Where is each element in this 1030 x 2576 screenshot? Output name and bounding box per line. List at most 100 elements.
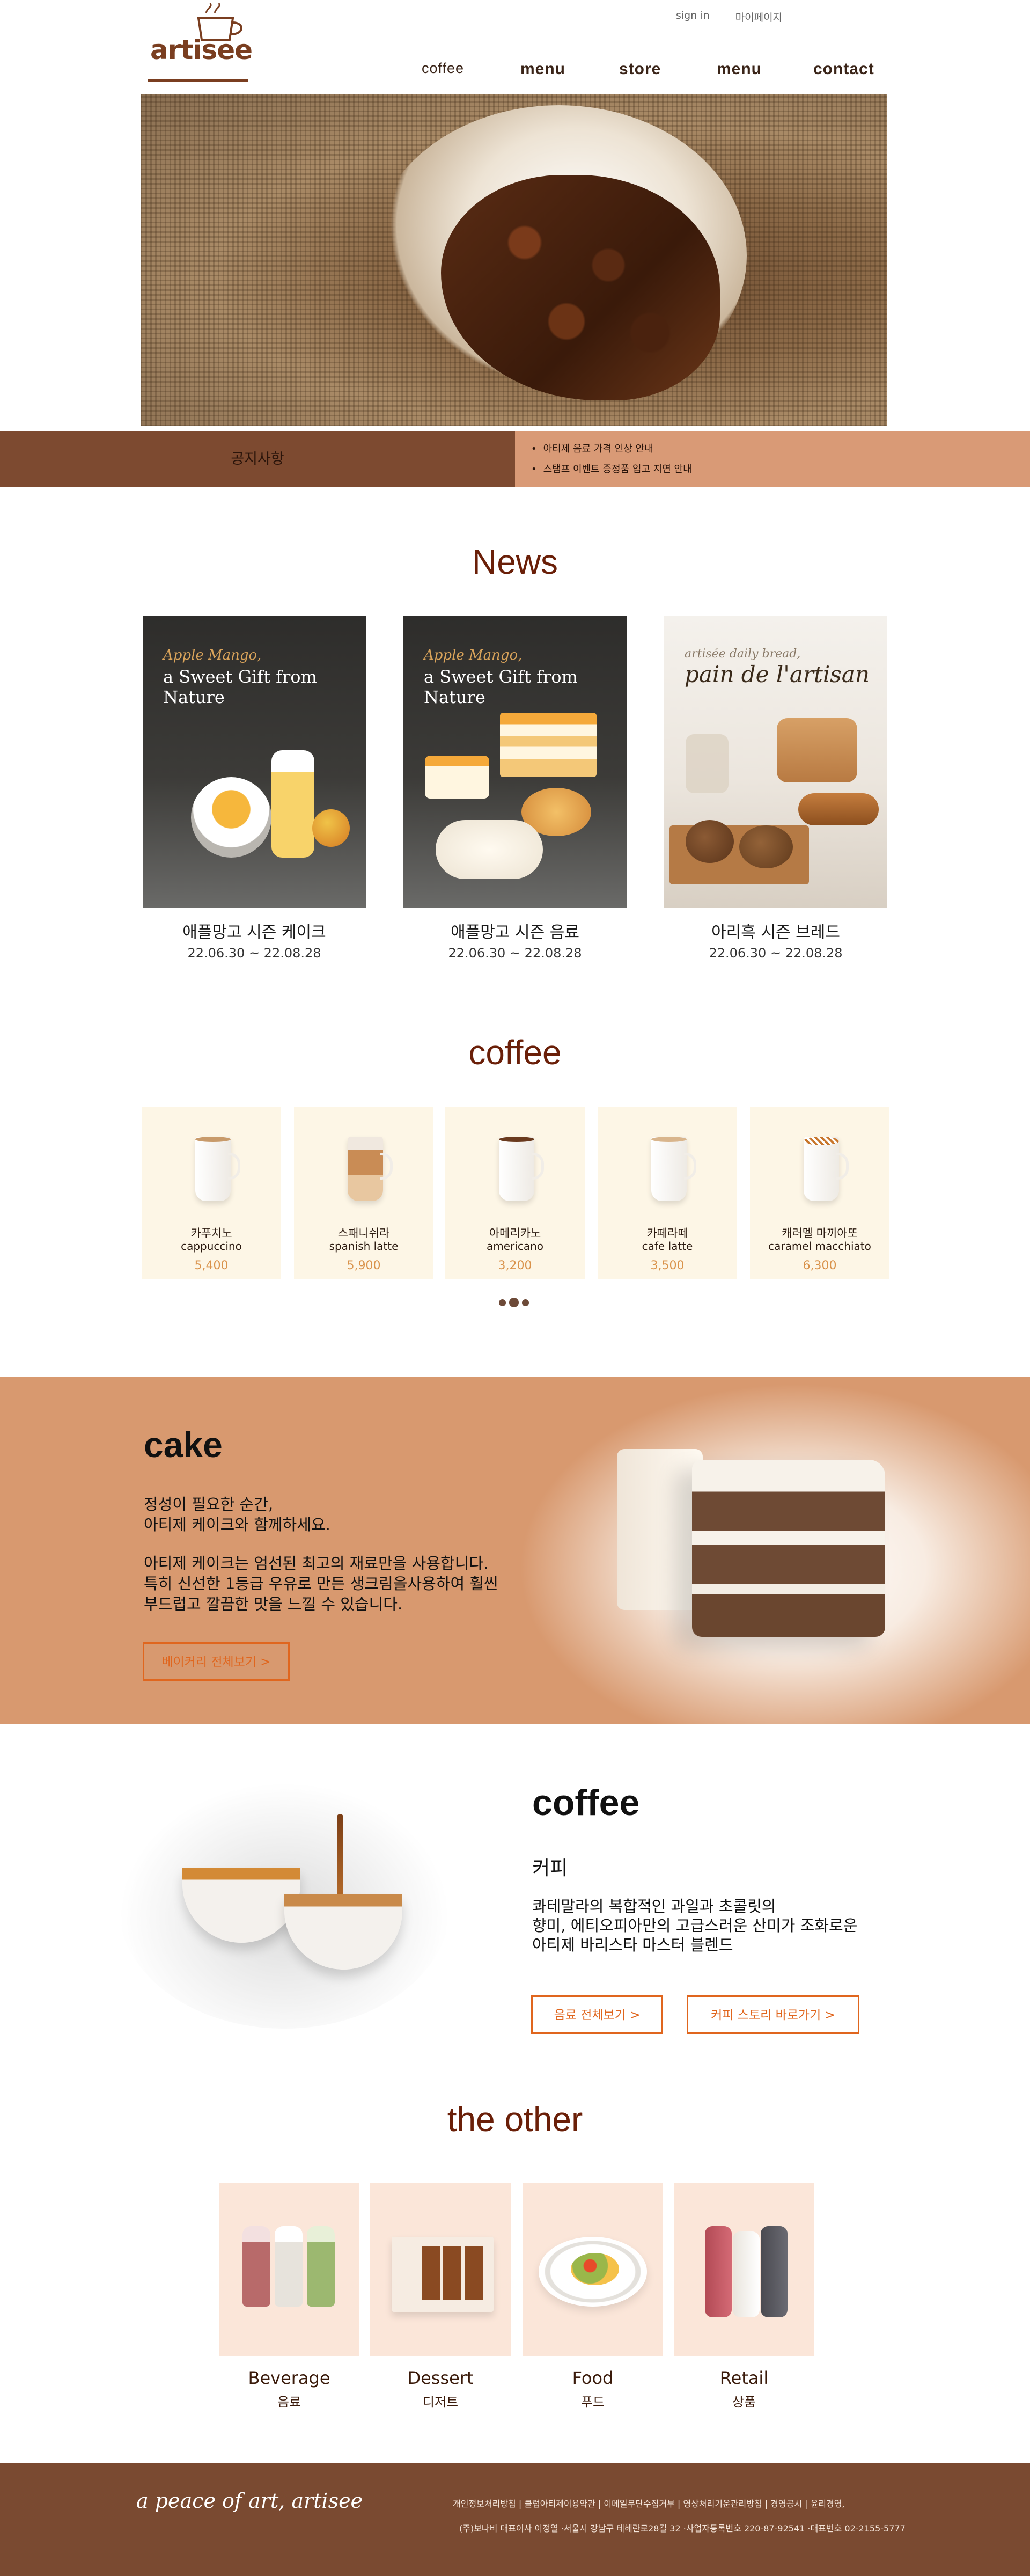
notice-item[interactable]: 아티제 음료 가격 인상 안내 bbox=[531, 441, 653, 455]
other-name-ko: 상품 bbox=[732, 2395, 756, 2410]
cake-text-line: 특히 신선한 1등급 우유로 만든 생크림을사용하여 훨씬 bbox=[144, 1575, 498, 1593]
other-name-ko: 디저트 bbox=[422, 2395, 459, 2410]
americano-cup-icon bbox=[499, 1137, 544, 1201]
mango-bingsu-graphic bbox=[191, 777, 271, 858]
artisee-logo[interactable]: artisee bbox=[148, 0, 253, 86]
other-name-en[interactable]: Beverage bbox=[219, 2368, 359, 2388]
footer-slogan: a peace of art, artisee bbox=[136, 2489, 363, 2513]
news-caption-line2: a Sweet Gift from Nature bbox=[163, 667, 317, 707]
coffee-card[interactable]: 카페라떼 cafe latte 3,500 bbox=[598, 1107, 737, 1279]
cake-slice-image bbox=[617, 1449, 703, 1610]
news-card-image[interactable]: Apple Mango, a Sweet Gift from Nature bbox=[143, 616, 366, 908]
coffee-promo-line: 콰테말라의 복합적인 과일과 초콜릿의 bbox=[532, 1897, 776, 1915]
news-date: 22.06.30 ~ 22.08.28 bbox=[709, 946, 843, 961]
news-date: 22.06.30 ~ 22.08.28 bbox=[187, 946, 321, 961]
other-card-dessert[interactable] bbox=[370, 2183, 511, 2356]
carousel-dot-active[interactable] bbox=[509, 1298, 519, 1307]
dessert-items-graphic bbox=[422, 2246, 486, 2300]
news-title[interactable]: 애플망고 시즌 음료 bbox=[403, 919, 627, 942]
beverage-cup-graphic bbox=[307, 2226, 335, 2307]
mango-slice-graphic bbox=[425, 756, 489, 799]
coffee-promo-line: 아티제 바리스타 마스터 블렌드 bbox=[532, 1936, 733, 1954]
caramel-macchiato-cup-icon bbox=[804, 1137, 849, 1201]
other-card-beverage[interactable] bbox=[219, 2183, 359, 2356]
mypage-link[interactable]: 마이페이지 bbox=[735, 10, 782, 24]
coffee-card[interactable]: 스패니쉬라 spanish latte 5,900 bbox=[294, 1107, 433, 1279]
coffee-promo-line: 향미, 에티오피아만의 고급스러운 산미가 조화로운 bbox=[532, 1916, 858, 1935]
coffee-name-en: spanish latte bbox=[329, 1240, 399, 1253]
coffee-name-ko: 카페라떼 bbox=[646, 1227, 688, 1240]
carousel-dot[interactable] bbox=[499, 1299, 506, 1306]
coffee-promo-subtitle: 커피 bbox=[532, 1857, 568, 1879]
footer-company-info: (주)보나비 대표이사 이정열 ·서울시 강남구 테헤란로28길 32 ·사업자… bbox=[459, 2523, 906, 2534]
nav-coffee[interactable]: coffee bbox=[422, 60, 464, 77]
news-title[interactable]: 애플망고 시즌 케이크 bbox=[143, 919, 366, 942]
coffee-price: 3,200 bbox=[498, 1259, 532, 1272]
news-section-title: News bbox=[472, 543, 558, 581]
news-date: 22.06.30 ~ 22.08.28 bbox=[448, 946, 582, 961]
mango-fruit-graphic bbox=[312, 809, 350, 847]
other-card-food[interactable] bbox=[523, 2183, 663, 2356]
footer bbox=[0, 2463, 1030, 2576]
other-name-en[interactable]: Dessert bbox=[370, 2368, 511, 2388]
coffee-name-ko: 스패니쉬라 bbox=[337, 1227, 390, 1240]
cake-text-line: 부드럽고 깔끔한 맛을 느낄 수 있습니다. bbox=[144, 1595, 403, 1613]
coffee-name-en: cappuccino bbox=[181, 1240, 242, 1253]
carousel-dot[interactable] bbox=[522, 1299, 529, 1306]
cake-text-line: 아티제 케이크는 엄선된 최고의 재료만을 사용합니다. bbox=[144, 1554, 489, 1572]
coffee-name-ko: 카푸치노 bbox=[190, 1227, 232, 1240]
bakery-all-button[interactable]: 베이커리 전체보기 > bbox=[143, 1642, 290, 1681]
nav-menu-2[interactable]: menu bbox=[717, 60, 762, 78]
espresso-stream bbox=[337, 1814, 343, 1900]
notice-item[interactable]: 스탬프 이벤트 증정품 입고 지연 안내 bbox=[531, 462, 692, 475]
boule-bread-graphic bbox=[686, 820, 734, 863]
hero-banner-image bbox=[141, 94, 887, 426]
beverage-cup-graphic bbox=[275, 2226, 303, 2307]
coffee-story-button[interactable]: 커피 스토리 바로가기 > bbox=[687, 1995, 859, 2034]
cappuccino-cup-icon bbox=[195, 1137, 240, 1201]
coffee-card[interactable]: 아메리카노 americano 3,200 bbox=[445, 1107, 585, 1279]
coffee-name-ko: 아메리카노 bbox=[489, 1227, 541, 1240]
coffee-price: 3,500 bbox=[650, 1259, 685, 1272]
sign-in-link[interactable]: sign in bbox=[676, 10, 710, 24]
coffee-price: 5,900 bbox=[347, 1259, 381, 1272]
coffee-name-en: americano bbox=[487, 1240, 543, 1253]
logo-wordmark: artisee bbox=[150, 34, 253, 65]
cafe-latte-cup-icon bbox=[651, 1137, 696, 1201]
news-card-image[interactable]: Apple Mango, a Sweet Gift from Nature bbox=[403, 616, 627, 908]
other-name-en[interactable]: Retail bbox=[674, 2368, 814, 2388]
nav-store[interactable]: store bbox=[619, 60, 661, 78]
nav-contact[interactable]: contact bbox=[813, 60, 874, 78]
other-name-en[interactable]: Food bbox=[523, 2368, 663, 2388]
coffee-section-title: coffee bbox=[468, 1033, 562, 1072]
top-utility-links: sign in 마이페이지 bbox=[676, 10, 782, 24]
boule-bread-graphic bbox=[739, 825, 793, 868]
coffee-card[interactable]: 카푸치노 cappuccino 5,400 bbox=[142, 1107, 281, 1279]
news-caption-line2: pain de l'artisan bbox=[685, 661, 870, 687]
bread-loaf-graphic bbox=[777, 718, 857, 782]
food-dish-graphic bbox=[571, 2253, 619, 2285]
mango-cake-graphic bbox=[500, 713, 597, 777]
footer-policy-links[interactable]: 개인정보처리방침 | 클럽아티제이용약관 | 이메일무단수집거부 | 영상처리기… bbox=[453, 2497, 845, 2509]
cake-text-line: 아티제 케이크와 함께하세요. bbox=[144, 1516, 330, 1534]
all-drinks-button[interactable]: 음료 전체보기 > bbox=[531, 1995, 663, 2034]
logo-underline bbox=[148, 79, 248, 82]
cake-title: cake bbox=[144, 1425, 223, 1465]
coffee-name-en: cafe latte bbox=[642, 1240, 693, 1253]
coffee-name-ko: 캐러멜 마끼아또 bbox=[782, 1227, 858, 1240]
news-card-image[interactable]: artisée daily bread, pain de l'artisan bbox=[664, 616, 887, 908]
coffee-price: 5,400 bbox=[194, 1259, 229, 1272]
other-card-retail[interactable] bbox=[674, 2183, 814, 2356]
carousel-pagination bbox=[499, 1298, 529, 1307]
coffee-card[interactable]: 캐러멜 마끼아또 caramel macchiato 6,300 bbox=[750, 1107, 889, 1279]
news-caption-line1: Apple Mango, bbox=[163, 647, 262, 663]
beverage-cup-graphic bbox=[242, 2226, 270, 2307]
tumbler-graphic bbox=[705, 2226, 732, 2317]
notice-title[interactable]: 공지사항 bbox=[0, 431, 515, 487]
nav-menu[interactable]: menu bbox=[520, 60, 565, 78]
coffee-price: 6,300 bbox=[803, 1259, 837, 1272]
news-caption-line1: artisée daily bread, bbox=[685, 647, 801, 661]
sandwich-graphic bbox=[798, 793, 879, 825]
news-title[interactable]: 아리흑 시즌 브레드 bbox=[664, 919, 887, 942]
cake-slice-image bbox=[692, 1460, 885, 1637]
